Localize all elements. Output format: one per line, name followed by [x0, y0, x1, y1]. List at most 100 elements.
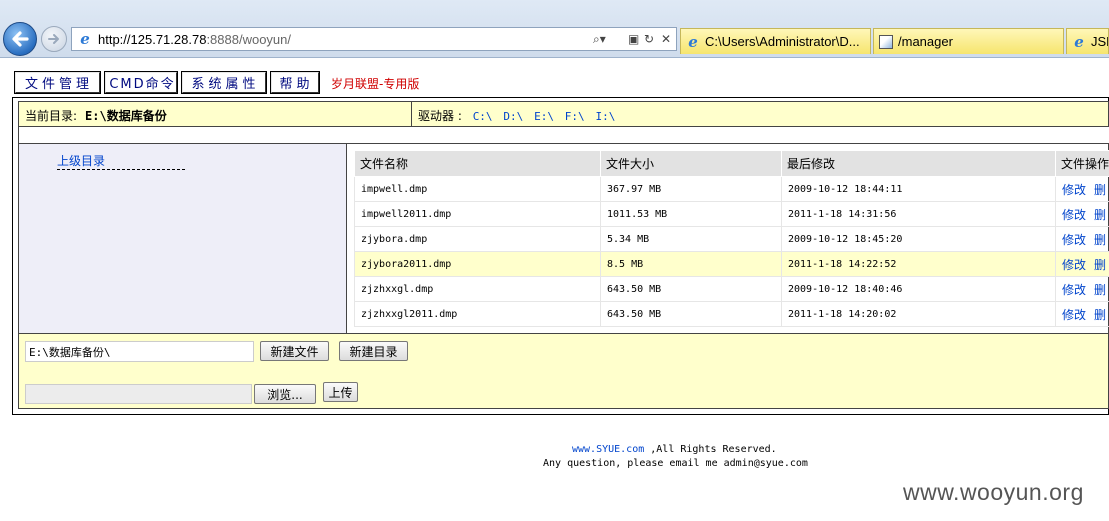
file-name: impwell2011.dmp [354, 201, 601, 227]
drive-link-f[interactable]: F:\ [565, 110, 585, 123]
ie-icon: e [688, 33, 698, 51]
file-size: 643.50 MB [600, 276, 782, 302]
file-actions: 修改删 [1055, 226, 1109, 252]
drives: 驱动器 : C:\ D:\ E:\ F:\ I:\ [418, 107, 615, 124]
edit-link[interactable]: 修改 [1062, 283, 1086, 297]
ie-icon: e [80, 30, 90, 48]
tab-manager[interactable]: /manager [873, 28, 1064, 54]
file-modified: 2011-1-18 14:22:52 [781, 251, 1056, 277]
column-header-modified: 最后修改 [781, 150, 1056, 177]
current-directory: 当前目录: E:\数据库备份 [25, 107, 167, 124]
table-row-highlighted[interactable]: zjybora2011.dmp 8.5 MB 2011-1-18 14:22:5… [354, 251, 1109, 277]
forward-arrow-icon [48, 34, 59, 44]
action-bar: 新建文件 新建目录 浏览... 上传 [18, 333, 1109, 409]
upload-file-field[interactable] [25, 384, 252, 404]
drive-link-e[interactable]: E:\ [534, 110, 554, 123]
page-icon [879, 35, 893, 49]
file-actions: 修改删 [1055, 251, 1109, 277]
file-actions: 修改删 [1055, 176, 1109, 202]
tab-jsp[interactable]: e JSP [1066, 28, 1109, 54]
compat-view-icon[interactable]: ▣ [628, 32, 639, 46]
footer-rights: ,All Rights Reserved. [644, 444, 777, 455]
drive-link-i[interactable]: I:\ [596, 110, 616, 123]
file-size: 643.50 MB [600, 301, 782, 327]
column-header-name: 文件名称 [354, 150, 601, 177]
brand-label: 岁月联盟-专用版 [331, 77, 420, 91]
file-actions: 修改删 [1055, 201, 1109, 227]
tab-label: /manager [898, 34, 953, 49]
footer-link[interactable]: www.SYUE.com [572, 444, 644, 455]
column-header-size: 文件大小 [600, 150, 782, 177]
table-row[interactable]: impwell2011.dmp 1011.53 MB 2011-1-18 14:… [354, 201, 1109, 227]
table-row[interactable]: zjzhxxgl2011.dmp 643.50 MB 2011-1-18 14:… [354, 301, 1109, 327]
refresh-icon[interactable]: ↻ [644, 32, 654, 46]
browse-button[interactable]: 浏览... [254, 384, 316, 404]
current-directory-label: 当前目录: [25, 109, 78, 123]
edit-link[interactable]: 修改 [1062, 233, 1086, 247]
divider [411, 102, 412, 126]
footer-contact: Any question, please email me admin@syue… [543, 458, 808, 469]
address-text: http://125.71.28.78:8888/wooyun/ [98, 32, 292, 47]
tab-label: C:\Users\Administrator\D... [705, 34, 860, 49]
table-row[interactable]: zjybora.dmp 5.34 MB 2009-10-12 18:45:20 … [354, 226, 1109, 252]
file-name: zjzhxxgl.dmp [354, 276, 601, 302]
spacer [18, 127, 1109, 143]
new-directory-button[interactable]: 新建目录 [339, 341, 408, 361]
current-directory-path: E:\数据库备份 [85, 109, 167, 123]
file-modified: 2009-10-12 18:44:11 [781, 176, 1056, 202]
path-bar: 当前目录: E:\数据库备份 驱动器 : C:\ D:\ E:\ F:\ I:\ [18, 101, 1109, 127]
content-area: 上级目录 文件名称 文件大小 最后修改 文件操作 impwell.dmp 367… [18, 143, 1109, 334]
delete-link[interactable]: 删 [1094, 183, 1106, 197]
dashed-divider [57, 169, 185, 170]
table-row[interactable]: impwell.dmp 367.97 MB 2009-10-12 18:44:1… [354, 176, 1109, 202]
ie-icon: e [1074, 33, 1084, 51]
menu-help[interactable]: 帮助 [270, 71, 320, 94]
file-table: 文件名称 文件大小 最后修改 文件操作 impwell.dmp 367.97 M… [354, 150, 1109, 327]
parent-directory-link[interactable]: 上级目录 [57, 152, 105, 169]
file-modified: 2009-10-12 18:40:46 [781, 276, 1056, 302]
table-header-row: 文件名称 文件大小 最后修改 文件操作 [354, 150, 1109, 177]
edit-link[interactable]: 修改 [1062, 208, 1086, 222]
forward-button[interactable] [41, 26, 67, 52]
file-size: 5.34 MB [600, 226, 782, 252]
tab-label: JSP [1091, 34, 1108, 49]
upload-button[interactable]: 上传 [323, 382, 358, 402]
delete-link[interactable]: 删 [1094, 283, 1106, 297]
file-name: zjybora.dmp [354, 226, 601, 252]
delete-link[interactable]: 删 [1094, 258, 1106, 272]
delete-link[interactable]: 删 [1094, 308, 1106, 322]
file-actions: 修改删 [1055, 276, 1109, 302]
drives-label: 驱动器 : [418, 109, 462, 123]
file-size: 1011.53 MB [600, 201, 782, 227]
back-button[interactable] [3, 22, 37, 56]
watermark: www.wooyun.org [903, 479, 1084, 505]
file-name: zjzhxxgl2011.dmp [354, 301, 601, 327]
search-icon[interactable]: ⌕▾ [593, 32, 606, 47]
tab-administrator[interactable]: e C:\Users\Administrator\D... [680, 28, 871, 54]
column-header-actions: 文件操作 [1055, 150, 1109, 177]
delete-link[interactable]: 删 [1094, 233, 1106, 247]
stop-icon[interactable]: ✕ [661, 32, 671, 46]
back-arrow-icon [12, 31, 29, 47]
menu-system-properties[interactable]: 系统属性 [181, 71, 267, 94]
drive-link-c[interactable]: C:\ [473, 110, 493, 123]
directory-path-input[interactable] [25, 341, 254, 362]
menu-file-manager[interactable]: 文件管理 [14, 71, 101, 94]
table-row[interactable]: zjzhxxgl.dmp 643.50 MB 2009-10-12 18:40:… [354, 276, 1109, 302]
file-actions: 修改删 [1055, 301, 1109, 327]
delete-link[interactable]: 删 [1094, 208, 1106, 222]
menu-cmd[interactable]: CMD命令 [104, 71, 178, 94]
file-size: 367.97 MB [600, 176, 782, 202]
browser-chrome: e http://125.71.28.78:8888/wooyun/ ⌕▾ ▣ … [0, 0, 1109, 58]
drive-link-d[interactable]: D:\ [503, 110, 523, 123]
file-size: 8.5 MB [600, 251, 782, 277]
left-pane: 上级目录 [19, 144, 347, 333]
edit-link[interactable]: 修改 [1062, 308, 1086, 322]
edit-link[interactable]: 修改 [1062, 183, 1086, 197]
file-name: impwell.dmp [354, 176, 601, 202]
file-modified: 2009-10-12 18:45:20 [781, 226, 1056, 252]
edit-link[interactable]: 修改 [1062, 258, 1086, 272]
file-name: zjybora2011.dmp [354, 251, 601, 277]
new-file-button[interactable]: 新建文件 [260, 341, 329, 361]
address-bar[interactable]: e http://125.71.28.78:8888/wooyun/ ⌕▾ ▣ … [71, 27, 677, 51]
